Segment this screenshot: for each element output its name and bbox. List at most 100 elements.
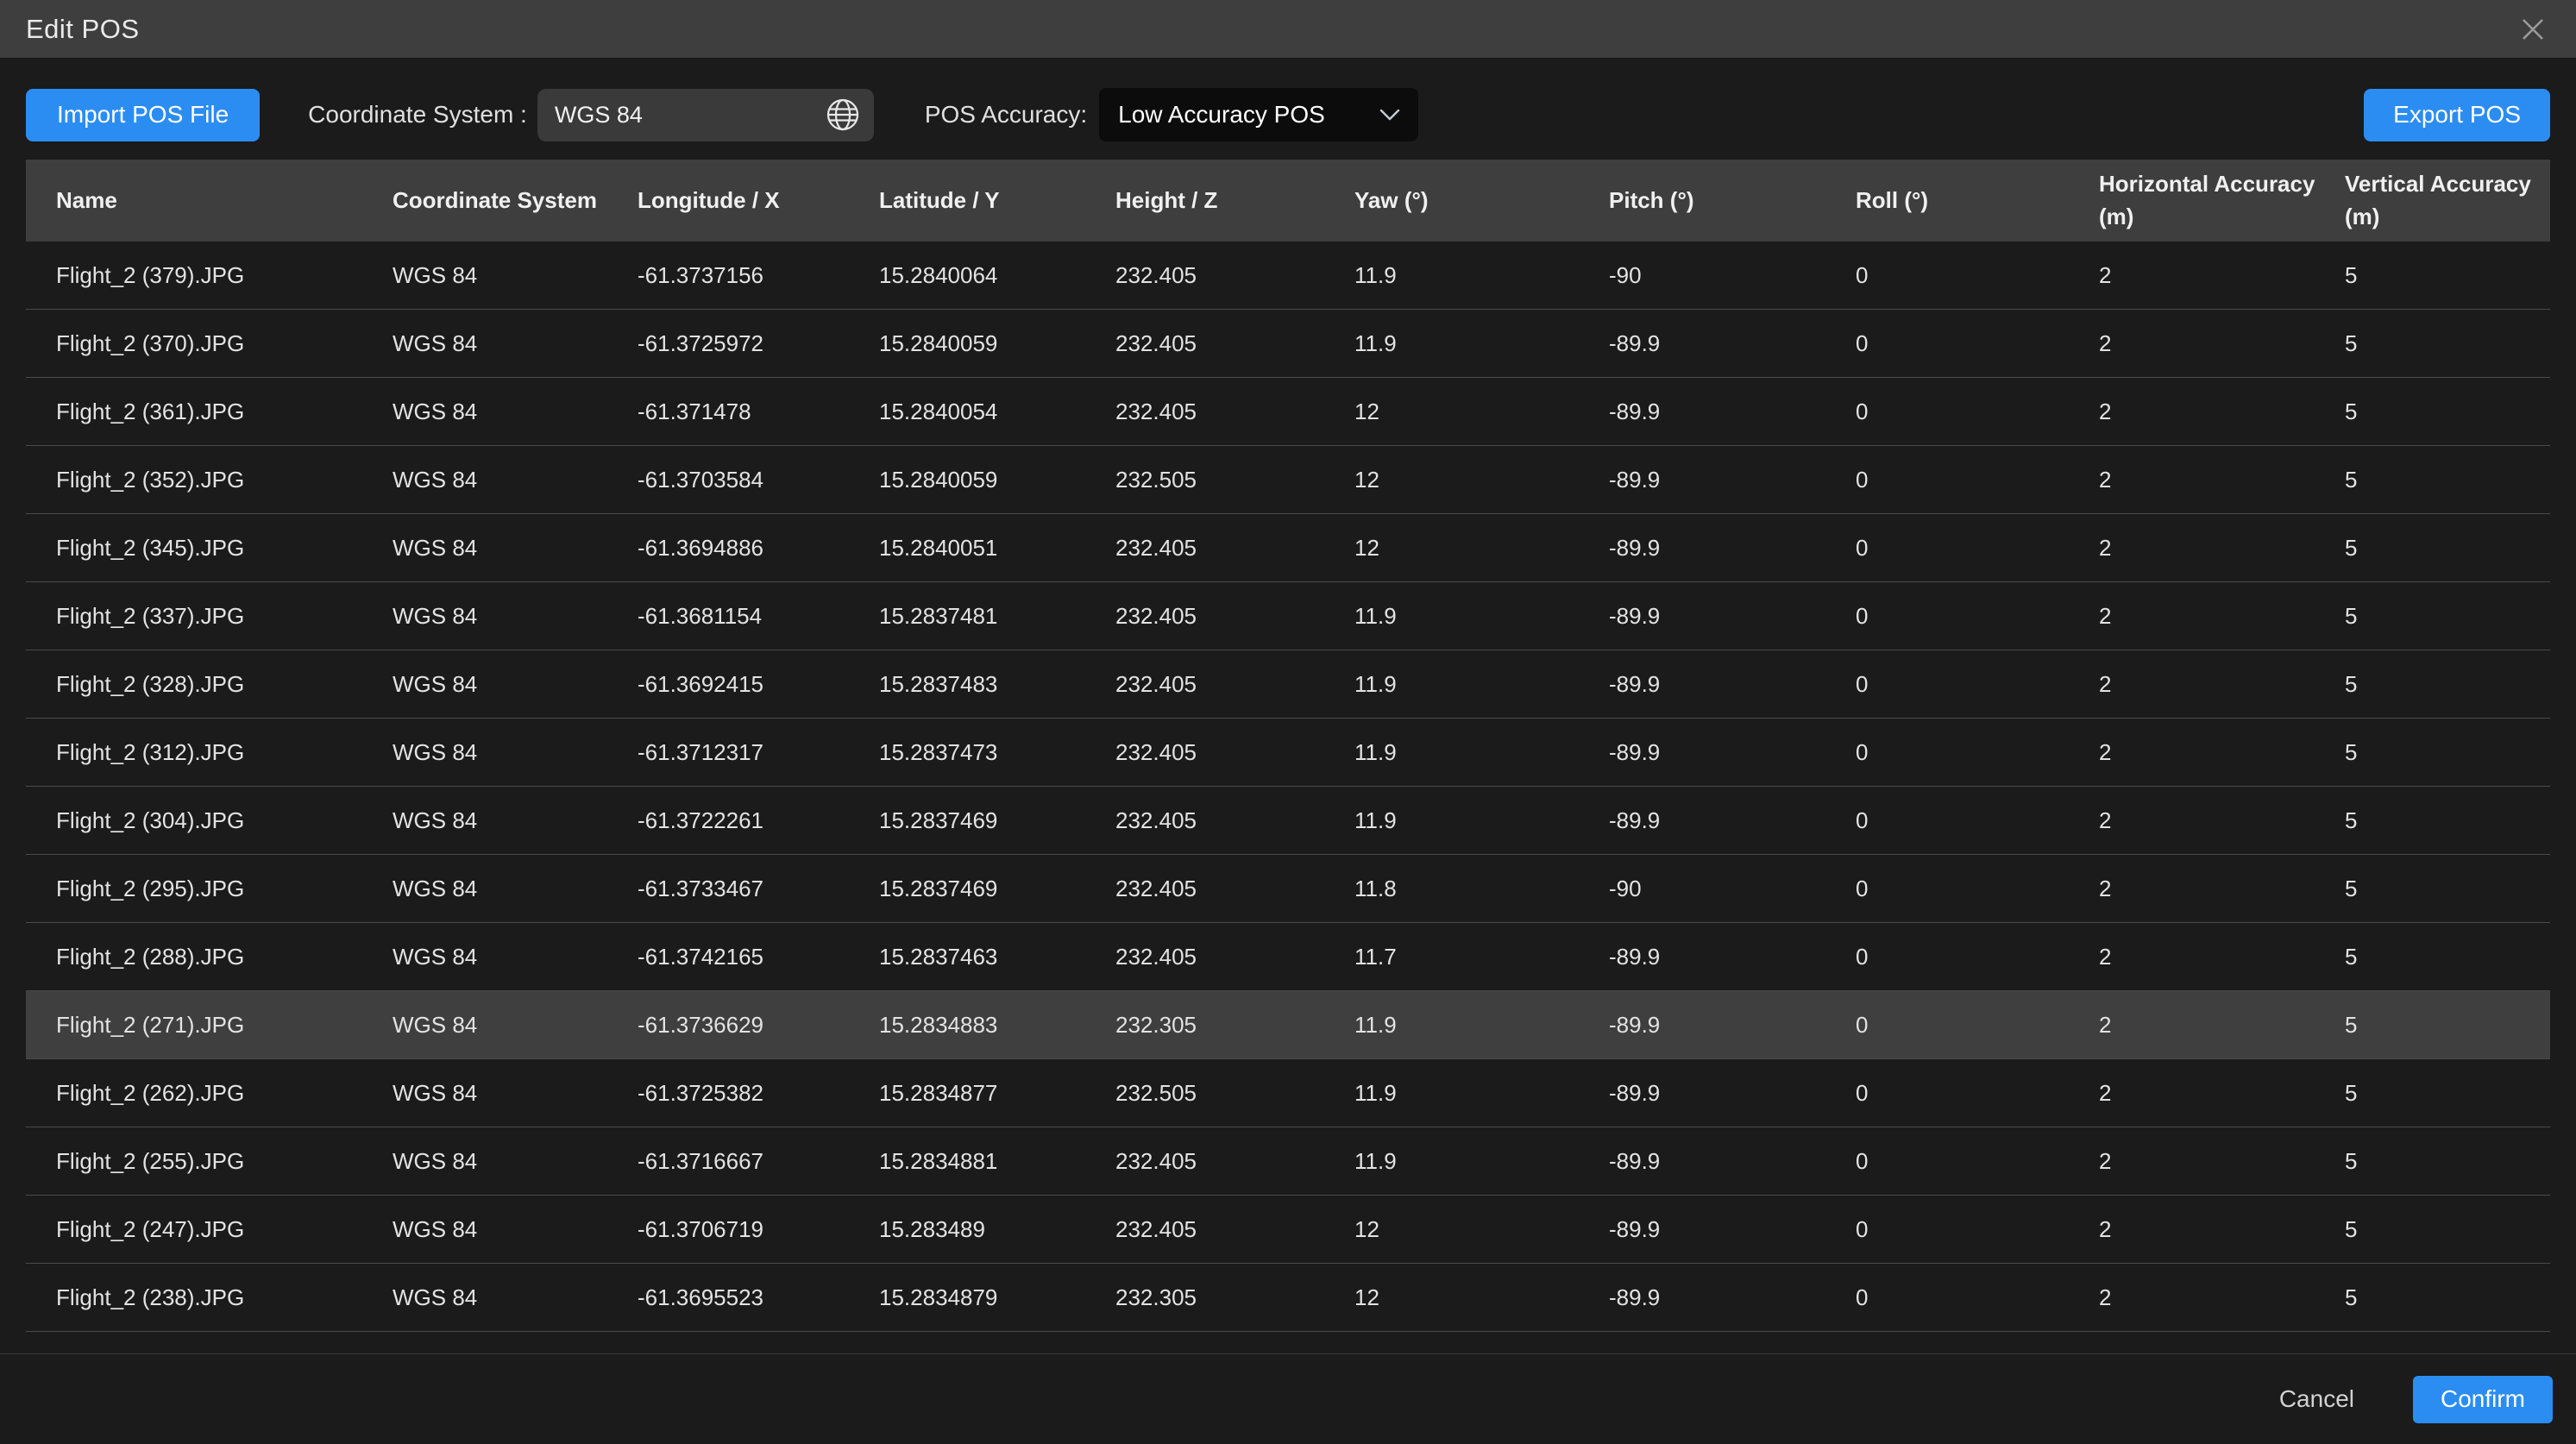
cell-pitch: -89.9 [1609,1216,1856,1243]
cell-latitude-y: 15.2834877 [879,1080,1115,1107]
table-row[interactable]: Flight_2 (288).JPGWGS 84-61.374216515.28… [26,923,2550,991]
cell-yaw: 11.9 [1354,1012,1609,1039]
cell-latitude-y: 15.2837483 [879,671,1115,698]
cell-roll: 0 [1856,671,2099,698]
cell-pitch: -90 [1609,876,1856,902]
cell-latitude-y: 15.2834883 [879,1012,1115,1039]
cell-name: Flight_2 (255).JPG [26,1148,393,1175]
table-row[interactable]: Flight_2 (247).JPGWGS 84-61.370671915.28… [26,1196,2550,1264]
toolbar: Import POS File Coordinate System : WGS … [26,88,2550,141]
cell-coordinate-system: WGS 84 [393,807,638,834]
cell-name: Flight_2 (352).JPG [26,467,393,493]
cell-name: Flight_2 (288).JPG [26,944,393,970]
cell-latitude-y: 15.283489 [879,1216,1115,1243]
cell-horizontal-accuracy: 2 [2099,1148,2345,1175]
cell-horizontal-accuracy: 2 [2099,1080,2345,1107]
cell-coordinate-system: WGS 84 [393,944,638,970]
cell-roll: 0 [1856,876,2099,902]
cell-horizontal-accuracy: 2 [2099,1012,2345,1039]
cell-vertical-accuracy: 5 [2345,262,2550,289]
cell-horizontal-accuracy: 2 [2099,262,2345,289]
cell-latitude-y: 15.2834881 [879,1148,1115,1175]
pos-table: Name Coordinate System Longitude / X Lat… [26,160,2550,1332]
cell-roll: 0 [1856,807,2099,834]
cell-name: Flight_2 (361).JPG [26,399,393,425]
import-pos-file-button[interactable]: Import POS File [26,89,260,141]
table-row[interactable]: Flight_2 (379).JPGWGS 84-61.373715615.28… [26,242,2550,310]
cell-horizontal-accuracy: 2 [2099,535,2345,562]
cell-vertical-accuracy: 5 [2345,671,2550,698]
cell-coordinate-system: WGS 84 [393,876,638,902]
table-row[interactable]: Flight_2 (271).JPGWGS 84-61.373662915.28… [26,991,2550,1059]
cell-roll: 0 [1856,330,2099,357]
cell-coordinate-system: WGS 84 [393,1012,638,1039]
column-header-name: Name [26,176,393,226]
cell-pitch: -89.9 [1609,739,1856,766]
table-row[interactable]: Flight_2 (370).JPGWGS 84-61.372597215.28… [26,310,2550,378]
table-row[interactable]: Flight_2 (352).JPGWGS 84-61.370358415.28… [26,446,2550,514]
globe-icon[interactable] [824,96,862,134]
cell-vertical-accuracy: 5 [2345,535,2550,562]
dialog-footer: Cancel Confirm [0,1353,2576,1444]
cell-roll: 0 [1856,262,2099,289]
cell-pitch: -89.9 [1609,535,1856,562]
cell-roll: 0 [1856,1148,2099,1175]
cell-height-z: 232.505 [1115,1080,1354,1107]
cell-coordinate-system: WGS 84 [393,399,638,425]
cell-vertical-accuracy: 5 [2345,807,2550,834]
cell-pitch: -89.9 [1609,807,1856,834]
cell-name: Flight_2 (271).JPG [26,1012,393,1039]
cell-coordinate-system: WGS 84 [393,262,638,289]
cell-longitude-x: -61.3722261 [638,807,879,834]
cell-latitude-y: 15.2840054 [879,399,1115,425]
cell-coordinate-system: WGS 84 [393,467,638,493]
dialog-titlebar: Edit POS [0,0,2576,59]
cell-pitch: -90 [1609,262,1856,289]
close-icon[interactable] [2516,12,2550,47]
coordinate-system-label: Coordinate System : [308,101,527,129]
table-row[interactable]: Flight_2 (295).JPGWGS 84-61.373346715.28… [26,855,2550,923]
table-row[interactable]: Flight_2 (262).JPGWGS 84-61.372538215.28… [26,1059,2550,1127]
table-row[interactable]: Flight_2 (255).JPGWGS 84-61.371666715.28… [26,1127,2550,1196]
cell-height-z: 232.405 [1115,603,1354,630]
cell-coordinate-system: WGS 84 [393,1080,638,1107]
cell-coordinate-system: WGS 84 [393,603,638,630]
cell-longitude-x: -61.3692415 [638,671,879,698]
cell-height-z: 232.405 [1115,671,1354,698]
cell-height-z: 232.405 [1115,1216,1354,1243]
cell-pitch: -89.9 [1609,399,1856,425]
cell-name: Flight_2 (328).JPG [26,671,393,698]
cell-coordinate-system: WGS 84 [393,1148,638,1175]
column-header-latitude-y: Latitude / Y [879,176,1115,226]
cell-horizontal-accuracy: 2 [2099,1216,2345,1243]
table-row[interactable]: Flight_2 (345).JPGWGS 84-61.369488615.28… [26,514,2550,582]
cell-name: Flight_2 (345).JPG [26,535,393,562]
cell-latitude-y: 15.2834879 [879,1284,1115,1311]
cell-longitude-x: -61.3736629 [638,1012,879,1039]
export-pos-button[interactable]: Export POS [2364,89,2550,141]
cell-yaw: 12 [1354,1216,1609,1243]
cancel-button[interactable]: Cancel [2265,1377,2368,1422]
table-row[interactable]: Flight_2 (312).JPGWGS 84-61.371231715.28… [26,719,2550,787]
pos-accuracy-select[interactable]: Low Accuracy POS [1099,88,1418,141]
cell-horizontal-accuracy: 2 [2099,467,2345,493]
table-row[interactable]: Flight_2 (304).JPGWGS 84-61.372226115.28… [26,787,2550,855]
cell-yaw: 12 [1354,1284,1609,1311]
pos-accuracy-value: Low Accuracy POS [1118,101,1379,129]
cell-horizontal-accuracy: 2 [2099,603,2345,630]
cell-latitude-y: 15.2840051 [879,535,1115,562]
cell-height-z: 232.305 [1115,1012,1354,1039]
table-row[interactable]: Flight_2 (337).JPGWGS 84-61.368115415.28… [26,582,2550,650]
coordinate-system-input[interactable]: WGS 84 [537,89,874,141]
table-row[interactable]: Flight_2 (361).JPGWGS 84-61.37147815.284… [26,378,2550,446]
confirm-button[interactable]: Confirm [2413,1376,2553,1423]
cell-yaw: 11.9 [1354,262,1609,289]
cell-vertical-accuracy: 5 [2345,1216,2550,1243]
cell-latitude-y: 15.2837469 [879,807,1115,834]
cell-roll: 0 [1856,1012,2099,1039]
table-row[interactable]: Flight_2 (328).JPGWGS 84-61.369241515.28… [26,650,2550,719]
table-row[interactable]: Flight_2 (238).JPGWGS 84-61.369552315.28… [26,1264,2550,1332]
cell-yaw: 11.9 [1354,807,1609,834]
cell-horizontal-accuracy: 2 [2099,330,2345,357]
cell-roll: 0 [1856,1284,2099,1311]
